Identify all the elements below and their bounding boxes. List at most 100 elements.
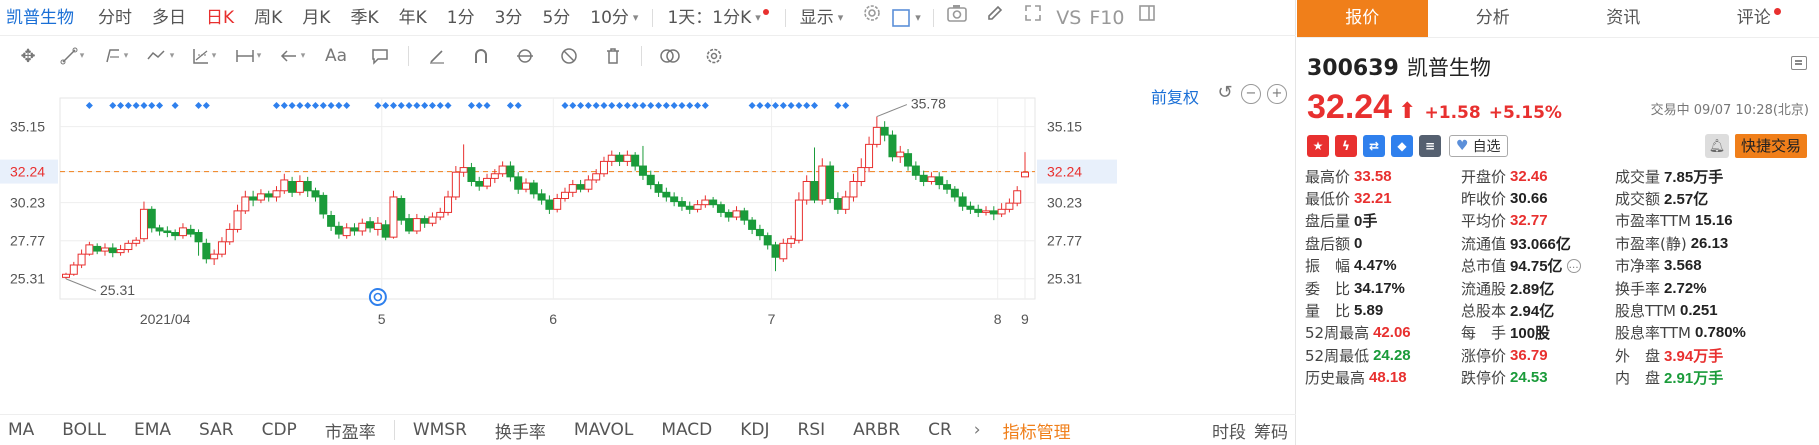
indicator-cr[interactable]: CR (914, 420, 966, 440)
tab-comments[interactable]: 评论 (1689, 0, 1819, 37)
chevron-down-icon: ▾ (632, 10, 639, 24)
hide-drawings-icon[interactable] (503, 36, 547, 76)
signal-marker (577, 102, 585, 109)
period-3min[interactable]: 3分 (485, 0, 533, 36)
move-icon[interactable]: ✥ (6, 36, 50, 76)
kline-chart[interactable]: 35.15 35.15 32.24 32.24 30.23 30.23 27.77 27.77… (0, 76, 1296, 398)
kline-chart-svg[interactable]: 35.15 35.15 32.24 32.24 30.23 30.23 27.77 27.77… (0, 76, 1296, 398)
stock-name-label[interactable]: 凯普生物 (0, 0, 88, 36)
quote-field: 涨停价 36.79 (1461, 344, 1615, 366)
period-10min-dropdown[interactable]: 10分 ▾ (580, 0, 648, 36)
price-row: 32.24 ⬆ +1.58 +5.15% (1307, 88, 1562, 127)
tab-quote[interactable]: 报价 (1297, 0, 1428, 37)
pen-tool-icon[interactable] (415, 36, 459, 76)
signal-marker (616, 102, 624, 109)
indicator-pe[interactable]: 市盈率 (311, 418, 390, 443)
trash-icon[interactable] (591, 36, 635, 76)
line-tool-icon[interactable]: ▾ (50, 36, 94, 76)
x-tick-label: 5 (378, 311, 386, 327)
candle-down (615, 154, 624, 162)
period-1min[interactable]: 1分 (437, 0, 485, 36)
indicator-kdj[interactable]: KDJ (726, 420, 783, 440)
chip-distribution-button[interactable]: 筹码 (1250, 418, 1296, 443)
display-dropdown[interactable]: 显示 ▾ (790, 0, 854, 36)
period-5min[interactable]: 5分 (532, 0, 580, 36)
indicator-wmsr[interactable]: WMSR (399, 420, 481, 440)
channel-tool-icon[interactable]: ▾ (94, 36, 138, 76)
document-icon[interactable]: ≡ (1419, 135, 1441, 157)
layout-icon[interactable] (1791, 56, 1807, 70)
period-weekly-k[interactable]: 周K (244, 0, 292, 36)
vs-compare-button[interactable]: VS (1052, 0, 1085, 36)
indicator-macd[interactable]: MACD (647, 420, 726, 440)
indicator-arbr[interactable]: ARBR (839, 420, 914, 440)
quote-field: 成交额 2.57亿 (1615, 187, 1815, 209)
tab-analysis[interactable]: 分析 (1428, 0, 1559, 37)
toolbar-divider (641, 46, 642, 66)
min-price-label: 25.31 (100, 282, 135, 298)
indicator-boll[interactable]: BOLL (48, 420, 120, 440)
fibonacci-tool-icon[interactable]: ▾ (182, 36, 226, 76)
indicator-mavol[interactable]: MAVOL (560, 420, 647, 440)
chart-settings-icon[interactable] (853, 0, 891, 36)
signal-marker (701, 102, 709, 109)
add-watchlist-button[interactable]: ♥ 自选 (1449, 135, 1508, 157)
fullscreen-icon[interactable] (1014, 0, 1052, 36)
camera-icon[interactable] (938, 0, 976, 36)
quote-field-label: 量 比 (1305, 302, 1351, 321)
period-multi-day[interactable]: 多日 (142, 0, 196, 36)
indicator-ma[interactable]: MA (0, 420, 48, 440)
quick-trade-button[interactable]: 快捷交易 (1734, 134, 1807, 158)
candle-up (69, 264, 78, 275)
indicator-sar[interactable]: SAR (185, 420, 248, 440)
chevron-right-icon[interactable]: › (966, 420, 989, 440)
color-square-dropdown[interactable]: ▾ (891, 0, 929, 36)
multi-period-dropdown[interactable]: 1天：1分K ▾ (657, 0, 780, 36)
signal-marker (639, 102, 647, 109)
text-tool-icon[interactable]: Aa (314, 36, 358, 76)
sidebar-toggle-icon[interactable] (1128, 0, 1166, 36)
tag-icon[interactable]: ◆ (1391, 135, 1413, 157)
signal-marker (202, 102, 210, 109)
candle-down (919, 174, 928, 182)
indicator-turnover[interactable]: 换手率 (481, 418, 560, 443)
period-intraday[interactable]: 分时 (88, 0, 142, 36)
wave-tool-icon[interactable]: ▾ (138, 36, 182, 76)
period-monthly-k[interactable]: 月K (292, 0, 340, 36)
period-daily-k[interactable]: 日K (196, 0, 244, 36)
session-button[interactable]: 时段 (1208, 418, 1250, 443)
period-quarterly-k[interactable]: 季K (340, 0, 388, 36)
indicator-ema[interactable]: EMA (120, 420, 185, 440)
quote-field-value: 48.18 (1369, 369, 1407, 387)
lock-drawings-icon[interactable] (547, 36, 591, 76)
candle-up (584, 179, 593, 190)
f10-button[interactable]: F10 (1085, 0, 1128, 36)
signal-marker (686, 102, 694, 109)
arrow-tool-icon[interactable]: ▾ (270, 36, 314, 76)
lightning-icon[interactable]: ϟ (1335, 135, 1357, 157)
pencil-icon[interactable] (976, 0, 1014, 36)
gear-icon[interactable] (692, 36, 736, 76)
note-tool-icon[interactable] (358, 36, 402, 76)
magnet-icon[interactable] (459, 36, 503, 76)
china-flag-icon[interactable]: ★ (1307, 135, 1329, 157)
tab-news[interactable]: 资讯 (1558, 0, 1689, 37)
indicator-manage-button[interactable]: 指标管理 (989, 418, 1085, 443)
toggle-icon[interactable] (648, 36, 692, 76)
candle-up (693, 204, 702, 210)
indicator-rsi[interactable]: RSI (784, 420, 840, 440)
quote-field-value: 30.66 (1510, 190, 1548, 208)
signal-marker (132, 102, 140, 109)
quote-field-value: 34.17% (1354, 279, 1405, 297)
period-yearly-k[interactable]: 年K (389, 0, 437, 36)
candle-up (428, 216, 437, 224)
shuffle-icon[interactable]: ⇄ (1363, 135, 1385, 157)
candle-up (560, 191, 569, 199)
info-icon[interactable]: … (1566, 258, 1581, 273)
x-tick-label: 9 (1021, 311, 1029, 327)
indicator-cdp[interactable]: CDP (248, 420, 311, 440)
bell-icon[interactable]: 🔔︎ (1704, 134, 1729, 158)
range-tool-icon[interactable]: ▾ (226, 36, 270, 76)
quote-field-label: 总市值 (1461, 257, 1507, 276)
candle-up (62, 273, 70, 278)
